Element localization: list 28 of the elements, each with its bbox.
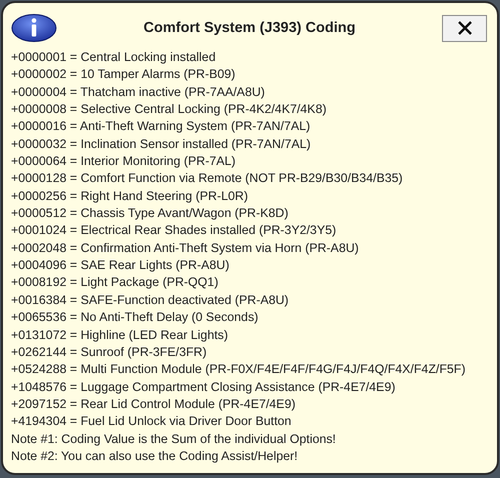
text-line: +0131072 = Highline (LED Rear Lights)	[11, 326, 229, 344]
close-button[interactable]	[442, 14, 487, 42]
text-line: +0524288 = Multi Function Module (PR-F0X/F4E/F4F/F4G/F4J/F4Q/F4X/F4Z/F5F)	[11, 361, 466, 378]
text-line: +0004096 = SAE Rear Lights (PR-A8U)	[11, 257, 230, 274]
text-line: +0000064 = Interior Monitoring (PR-7AL)	[11, 153, 237, 170]
text-line: +0065536 = No Anti-Theft Delay (0 Seconds)	[11, 309, 260, 326]
text-line: +0016384 = SAFE-Function deactivated (PR-A8U)	[11, 292, 290, 309]
text-line: +0000001 = Central Locking installed	[11, 49, 217, 66]
text-line: +0001024 = Electrical Rear Shades installed (PR-3Y2/3Y5)	[11, 222, 338, 240]
text-line: +1048576 = Luggage Compartment Closing Assistance (PR-4E7/4E9)	[11, 378, 396, 396]
text-line: +0000032 = Inclination Sensor installed (PR-7AN/7AL)	[11, 136, 312, 153]
text-line: +0000004 = Thatcham inactive (PR-7AA/A8U)	[11, 84, 266, 101]
close-icon	[456, 20, 472, 36]
text-line: Note #1: Coding Value is the Sum of the individual Options!	[11, 430, 337, 448]
text-line: +0000256 = Right Hand Steering (PR-L0R)	[11, 188, 249, 205]
text-line: +0002048 = Confirmation Anti-Theft System via Horn (PR-A8U)	[11, 240, 360, 257]
info-icon	[11, 13, 57, 43]
text-line: Note #2: You can also use the Coding Assist/Helper!	[11, 448, 299, 465]
window-title: Comfort System (J393) Coding	[142, 20, 356, 36]
text-line: +0000002 = 10 Tamper Alarms (PR-B09)	[11, 66, 236, 84]
text-line: +0000128 = Comfort Function via Remote (NOT PR-B29/B30/B34/B35)	[11, 170, 404, 188]
text-line: +4194304 = Fuel Lid Unlock via Driver Door Button	[11, 413, 292, 430]
text-line: +0000512 = Chassis Type Avant/Wagon (PR-K8D)	[11, 205, 290, 222]
text-line: +0000008 = Selective Central Locking (PR-4K2/4K7/4K8)	[11, 101, 328, 118]
text-line: +0262144 = Sunroof (PR-3FE/3FR)	[11, 344, 208, 361]
text-line: +2097152 = Rear Lid Control Module (PR-4E7/4E9)	[11, 396, 296, 413]
text-line: +0008192 = Light Package (PR-QQ1)	[11, 274, 220, 292]
text-line: +0000016 = Anti-Theft Warning System (PR-7AN/7AL)	[11, 118, 312, 136]
